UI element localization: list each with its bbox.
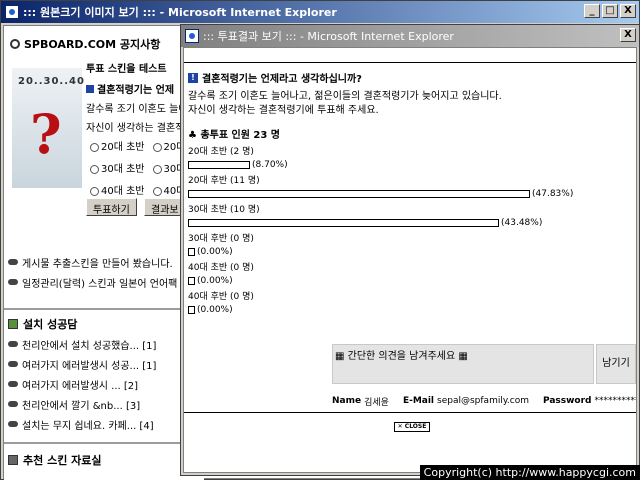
password-field[interactable]: ********** <box>595 396 637 406</box>
result-percent: (8.70%) <box>252 159 288 170</box>
skins-section-heading: 추천 스킨 자료실 <box>8 452 102 468</box>
vote-desc-1: 갈수록 조기 이혼도 늘어 <box>86 104 186 115</box>
vote-question: 결혼적령기는 언제 <box>86 81 186 96</box>
result-row: 30대 후반 (0 명) (0.00%) <box>188 233 254 258</box>
bullet-icon <box>8 279 18 285</box>
vote-result-popup: ::: 투표결과 보기 ::: - Microsoft Internet Exp… <box>180 24 640 476</box>
result-percent: (0.00%) <box>197 246 233 257</box>
question-icon: ! <box>188 72 198 83</box>
bullet-icon <box>8 421 18 427</box>
vote-button[interactable]: 투표하기 <box>86 198 137 216</box>
divider <box>4 308 204 310</box>
close-popup-button[interactable]: ✕ CLOSE <box>394 422 430 432</box>
list-item[interactable]: 일정관리(달력) 스킨과 일본어 언어팩 <box>8 272 198 292</box>
result-bar <box>188 189 530 198</box>
result-bar <box>188 276 195 285</box>
maximize-button[interactable]: □ <box>602 4 618 18</box>
result-label: 30대 초반 (10 명) <box>188 205 260 215</box>
question-icon <box>86 84 94 93</box>
result-button[interactable]: 결과보 <box>144 198 184 216</box>
bullet-icon <box>8 381 18 387</box>
result-row: 20대 후반 (11 명) (47.83%) <box>188 175 573 200</box>
result-bar-row: (8.70%) <box>188 158 288 171</box>
poll-description: 갈수록 조기 이혼도 늘어나고, 젊은이들의 결혼적령기가 늦어지고 있습니다.… <box>188 91 502 116</box>
success-list: 천리안에서 설치 성공했습... [1] 여러가지 에러발생시 성공... [1… <box>8 334 198 434</box>
divider <box>184 62 636 63</box>
email-label: E-Mail <box>402 396 435 406</box>
notice-icon <box>10 39 20 49</box>
radio-option[interactable]: 40대 초반 <box>90 182 145 197</box>
list-item[interactable]: 설치는 무지 쉽네요. 카페... [4] <box>8 414 198 434</box>
result-percent: (47.83%) <box>532 188 574 199</box>
notice-heading: SPBOARD.COM 공지사항 <box>10 36 160 52</box>
result-percent: (43.48%) <box>501 217 543 228</box>
result-label: 40대 후반 (0 명) <box>188 292 254 302</box>
ie-icon <box>185 29 199 43</box>
result-row: 30대 초반 (10 명) (43.48%) <box>188 204 542 229</box>
close-button[interactable]: X <box>620 4 636 18</box>
list-item[interactable]: 천리안에서 설치 성공했습... [1] <box>8 334 198 354</box>
result-percent: (0.00%) <box>197 304 233 315</box>
result-bar <box>188 160 250 169</box>
result-row: 40대 후반 (0 명) (0.00%) <box>188 291 254 316</box>
section-icon <box>8 455 18 465</box>
bullet-icon <box>8 259 18 265</box>
list-item[interactable]: 여러가지 에러발생시 ... [2] <box>8 374 198 394</box>
result-bar <box>188 247 195 256</box>
result-bar-row: (47.83%) <box>188 187 573 200</box>
result-row: 20대 초반 (2 명) (8.70%) <box>188 146 288 171</box>
email-field[interactable]: sepal@spfamily.com <box>437 396 529 406</box>
recent-posts-list: 게시물 추출스킨을 만들어 봤습니다. 일정관리(달력) 스킨과 일본어 언어팩 <box>8 252 198 292</box>
radio-option[interactable]: 30대 초반 <box>90 160 145 175</box>
vote-box: 투표 스킨을 테스트 결혼적령기는 언제 갈수록 조기 이혼도 늘어 자신이 생… <box>86 60 186 134</box>
result-label: 40대 초반 (0 명) <box>188 263 254 273</box>
list-item[interactable]: 여러가지 에러발생시 성공... [1] <box>8 354 198 374</box>
radio-option[interactable]: 20대 초반 <box>90 138 145 153</box>
success-section-heading: 설치 성공담 <box>8 316 77 332</box>
list-item[interactable]: 천리안에서 깔기 &nb... [3] <box>8 394 198 414</box>
result-bar <box>188 218 499 227</box>
result-bar-row: (0.00%) <box>188 274 254 287</box>
outer-titlebar: ::: 원본크기 이미지 보기 ::: - Microsoft Internet… <box>1 1 639 23</box>
bullet-icon <box>8 401 18 407</box>
result-bar-row: (0.00%) <box>188 303 254 316</box>
minimize-button[interactable]: _ <box>584 4 600 18</box>
result-label: 20대 후반 (11 명) <box>188 176 260 186</box>
result-bar-row: (43.48%) <box>188 216 542 229</box>
total-votes: ♣ 총투표 인원 23 명 <box>188 130 281 141</box>
result-row: 40대 초반 (0 명) (0.00%) <box>188 262 254 287</box>
password-label: Password <box>542 396 592 406</box>
result-bar <box>188 305 195 314</box>
poll-question: ! 결혼적령기는 언제라고 생각하십니까? <box>188 70 362 85</box>
result-label: 30대 후반 (0 명) <box>188 234 254 244</box>
popup-page: ! 결혼적령기는 언제라고 생각하십니까? 갈수록 조기 이혼도 늘어나고, 젊… <box>183 47 637 473</box>
result-bar-row: (0.00%) <box>188 245 254 258</box>
vote-poster-image: 20..30..40 ? <box>12 68 84 188</box>
divider <box>4 442 204 444</box>
bullet-icon <box>8 361 18 367</box>
name-field[interactable]: 김세윤 <box>364 395 389 408</box>
comment-fields: Name 김세윤 E-Mail sepal@spfamily.com Passw… <box>332 394 637 408</box>
popup-window-title: ::: 투표결과 보기 ::: - Microsoft Internet Exp… <box>203 30 454 43</box>
result-percent: (0.00%) <box>197 275 233 286</box>
bullet-icon <box>8 341 18 347</box>
popup-titlebar: ::: 투표결과 보기 ::: - Microsoft Internet Exp… <box>181 25 639 47</box>
board-page: SPBOARD.COM 공지사항 20..30..40 ? 투표 스킨을 테스트… <box>4 26 204 480</box>
vote-desc-2: 자신이 생각하는 결혼적 <box>86 123 185 134</box>
copyright-notice: Copyright(c) http://www.happycgi.com <box>419 465 640 480</box>
outer-window-title: ::: 원본크기 이미지 보기 ::: - Microsoft Internet… <box>23 6 337 19</box>
result-label: 20대 초반 (2 명) <box>188 147 254 157</box>
comment-input[interactable]: ▦ 간단한 의견을 남겨주세요 ▦ <box>332 344 594 384</box>
ie-icon <box>5 5 19 19</box>
list-item[interactable]: 게시물 추출스킨을 만들어 봤습니다. <box>8 252 198 272</box>
submit-comment-button[interactable]: 남기기 <box>596 344 636 384</box>
name-label: Name <box>332 396 362 406</box>
popup-close-button[interactable]: X <box>620 28 636 42</box>
vote-title: 투표 스킨을 테스트 <box>86 64 167 75</box>
divider <box>184 412 636 413</box>
section-icon <box>8 319 18 329</box>
